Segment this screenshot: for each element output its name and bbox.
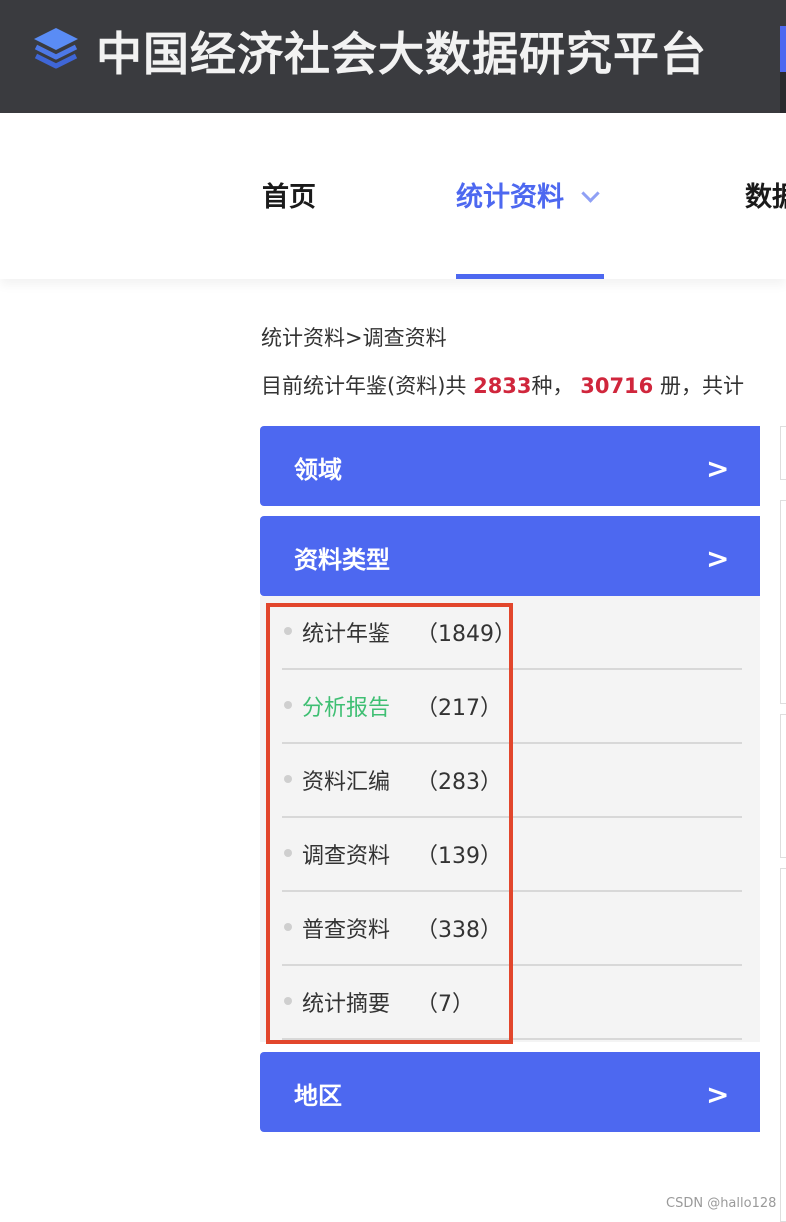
- filter-type-header[interactable]: 资料类型 >: [260, 516, 760, 596]
- chevron-down-icon[interactable]: [581, 184, 600, 203]
- top-header: 中国经济社会大数据研究平台: [0, 0, 786, 113]
- expand-arrow-icon: >: [706, 1078, 730, 1111]
- expand-arrow-icon: >: [706, 452, 730, 485]
- filter-domain-header[interactable]: 领域 >: [260, 426, 760, 506]
- main-nav: 首页 统计资料 数据: [0, 113, 786, 279]
- nav-item-data[interactable]: 数据: [745, 175, 786, 214]
- search-box-edge[interactable]: [780, 426, 786, 480]
- summary-line: 目前统计年鉴(资料)共 2833种， 30716 册，共计: [261, 370, 744, 400]
- kinds-unit: 种，: [531, 374, 574, 398]
- header-right-accent: [780, 26, 786, 72]
- nav-item-home[interactable]: 首页: [262, 175, 316, 214]
- filter-region-header[interactable]: 地区 >: [260, 1052, 760, 1132]
- annotation-highlight-box: [266, 603, 513, 1044]
- nav-item-statistics-label: 统计资料: [456, 182, 564, 213]
- summary-prefix: 目前统计年鉴(资料)共: [261, 374, 467, 398]
- breadcrumb: 统计资料>调查资料: [261, 326, 447, 350]
- volumes-count: 30716: [580, 374, 654, 398]
- result-card-edge: [780, 868, 786, 1222]
- kinds-count: 2833: [473, 374, 532, 398]
- filter-domain-title: 领域: [294, 456, 342, 484]
- expand-arrow-icon: >: [706, 542, 730, 575]
- volumes-unit: 册，共计: [659, 374, 744, 398]
- header-right-divider: [780, 72, 786, 113]
- result-card-edge: [780, 714, 786, 858]
- filter-region-title: 地区: [294, 1082, 342, 1110]
- nav-item-statistics[interactable]: 统计资料: [456, 175, 600, 214]
- filter-type-title: 资料类型: [294, 546, 390, 574]
- watermark: CSDN @hallo128: [666, 1196, 777, 1211]
- nav-active-indicator: [456, 274, 604, 279]
- site-title[interactable]: 中国经济社会大数据研究平台: [96, 18, 707, 84]
- result-card-edge: [780, 500, 786, 704]
- layers-icon: [34, 28, 78, 69]
